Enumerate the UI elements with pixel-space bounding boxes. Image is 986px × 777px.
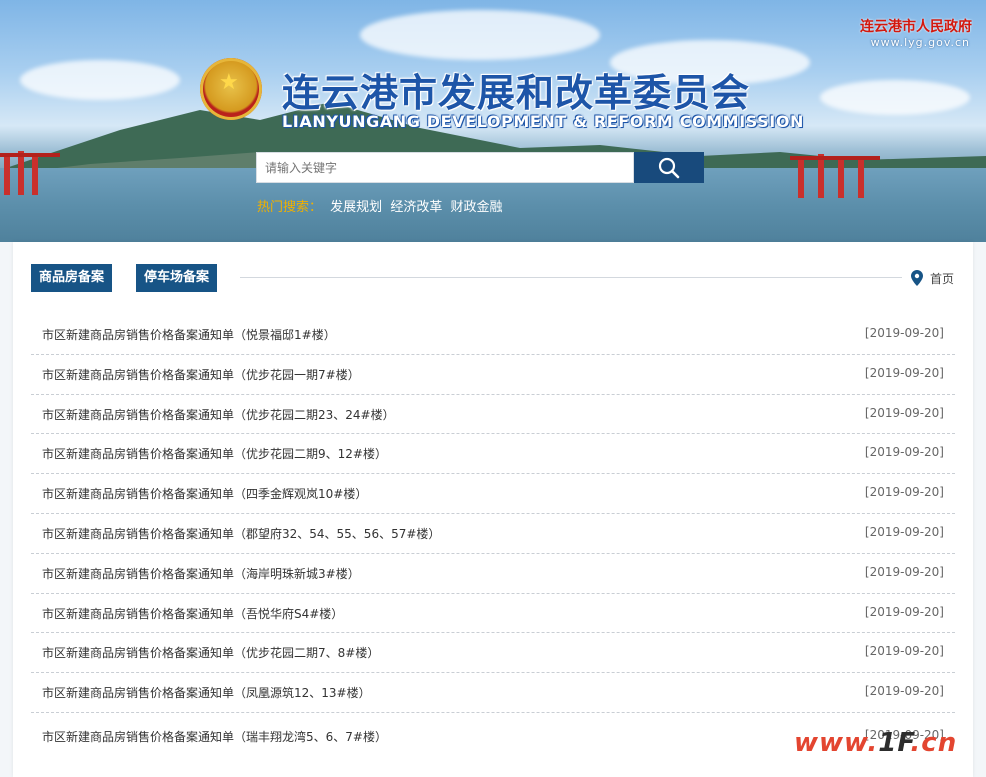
hot-search-word[interactable]: 发展规划 [330,200,382,215]
site-subtitle: LIANYUNGANG DEVELOPMENT & REFORM COMMISS… [282,112,805,131]
list-item[interactable]: 市区新建商品房销售价格备案通知单（郡望府32、54、55、56、57#楼） [2… [31,514,955,554]
search-input[interactable] [256,152,634,183]
list-item-title[interactable]: 市区新建商品房销售价格备案通知单（四季金辉观岚10#楼） [42,485,367,502]
list-item-title[interactable]: 市区新建商品房销售价格备案通知单（优步花园二期23、24#楼） [42,406,395,423]
watermark-text: www. [794,728,879,758]
list-item-title[interactable]: 市区新建商品房销售价格备案通知单（优步花园二期7、8#楼） [42,644,379,661]
breadcrumb-home[interactable]: 首页 [930,270,954,287]
star-icon: ★ [219,70,239,95]
hot-search: 热门搜索： 发展规划 经济改革 财政金融 [257,196,502,215]
list-item-date: [2019-09-20] [864,485,944,500]
list-item-date: [2019-09-20] [864,445,944,460]
port-cranes-right [790,154,880,198]
search-icon [658,157,680,179]
list-item-title[interactable]: 市区新建商品房销售价格备案通知单（吾悦华府S4#楼） [42,605,343,622]
list-item[interactable]: 市区新建商品房销售价格备案通知单（优步花园二期23、24#楼） [2019-09… [31,395,955,435]
tab-commercial-housing-filing[interactable]: 商品房备案 [31,264,113,292]
list-item[interactable]: 市区新建商品房销售价格备案通知单（吾悦华府S4#楼） [2019-09-20] [31,594,955,634]
search-button[interactable] [634,152,704,183]
gov-portal-url[interactable]: www.lyg.gov.cn [871,36,970,49]
list-item-date: [2019-09-20] [864,604,944,619]
list-item-title[interactable]: 市区新建商品房销售价格备案通知单（悦景福邸1#楼） [42,326,336,343]
list-item[interactable]: 市区新建商品房销售价格备案通知单（悦景福邸1#楼） [2019-09-20] [31,315,955,355]
hot-search-word[interactable]: 经济改革 [390,200,442,215]
list-item-date: [2019-09-20] [864,564,944,579]
list-item-date: [2019-09-20] [864,405,944,420]
cloud [360,10,600,60]
header-banner: ★ 连云港市发展和改革委员会 LIANYUNGANG DEVELOPMENT &… [0,0,986,242]
list-item-date: [2019-09-20] [864,644,944,659]
list-item[interactable]: 市区新建商品房销售价格备案通知单（优步花园二期7、8#楼） [2019-09-2… [31,633,955,674]
list-item[interactable]: 市区新建商品房销售价格备案通知单（四季金辉观岚10#楼） [2019-09-20… [31,474,955,514]
watermark: www.1F.cn [794,728,957,758]
list-item[interactable]: 市区新建商品房销售价格备案通知单（凤凰源筑12、13#楼） [2019-09-2… [31,673,955,713]
list-item-date: [2019-09-20] [864,684,944,699]
national-emblem-icon: ★ [200,58,262,120]
tab-parking-filing[interactable]: 停车场备案 [136,264,218,292]
watermark-text: 1F [878,728,911,758]
list-item[interactable]: 市区新建商品房销售价格备案通知单（优步花园二期9、12#楼） [2019-09-… [31,434,955,475]
list-item-title[interactable]: 市区新建商品房销售价格备案通知单（郡望府32、54、55、56、57#楼） [42,525,440,542]
list-item-title[interactable]: 市区新建商品房销售价格备案通知单（凤凰源筑12、13#楼） [42,684,371,701]
list-item-title[interactable]: 市区新建商品房销售价格备案通知单（瑞丰翔龙湾5、6、7#楼） [42,728,387,745]
gov-portal-link[interactable]: 连云港市人民政府 [860,16,972,36]
notice-list: 市区新建商品房销售价格备案通知单（悦景福邸1#楼） [2019-09-20] 市… [31,315,955,753]
hot-search-word[interactable]: 财政金融 [450,200,502,215]
location-pin-icon [911,270,923,286]
list-item-date: [2019-09-20] [864,365,944,380]
list-item-date: [2019-09-20] [864,524,944,539]
divider [240,277,902,278]
list-item-date: [2019-09-20] [864,326,944,340]
watermark-text: .cn [910,728,958,758]
list-item-title[interactable]: 市区新建商品房销售价格备案通知单（优步花园一期7#楼） [42,366,360,383]
list-item[interactable]: 市区新建商品房销售价格备案通知单（优步花园一期7#楼） [2019-09-20] [31,355,955,395]
hot-search-label: 热门搜索： [257,200,323,215]
list-item[interactable]: 市区新建商品房销售价格备案通知单（海岸明珠新城3#楼） [2019-09-20] [31,554,955,594]
port-cranes-left [0,151,60,195]
list-item-title[interactable]: 市区新建商品房销售价格备案通知单（海岸明珠新城3#楼） [42,565,360,582]
site-title: 连云港市发展和改革委员会 [282,71,751,115]
list-item-title[interactable]: 市区新建商品房销售价格备案通知单（优步花园二期9、12#楼） [42,445,387,462]
